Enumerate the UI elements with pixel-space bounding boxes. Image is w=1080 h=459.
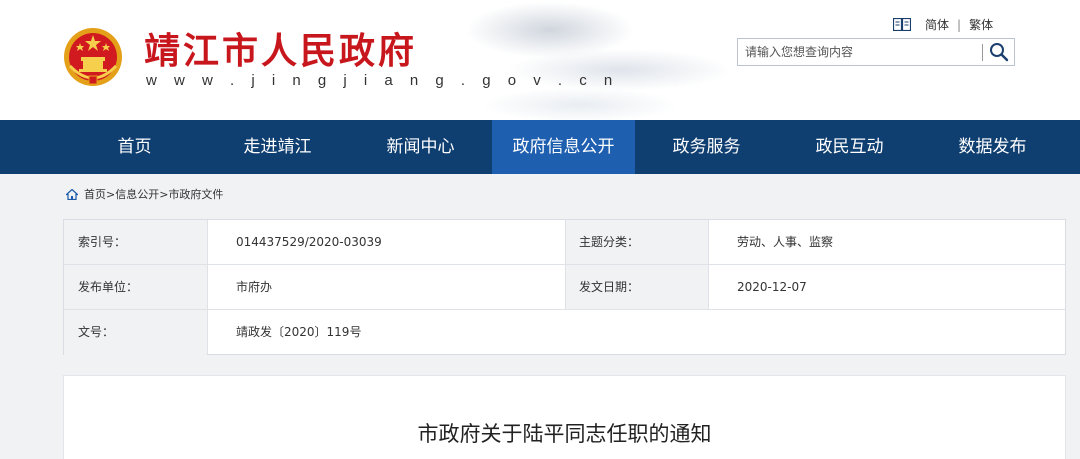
language-switcher: 简体 | 繁体 — [893, 16, 993, 33]
lang-separator: | — [957, 17, 962, 32]
search-input[interactable] — [738, 39, 978, 65]
home-icon — [66, 188, 78, 200]
topic-label: 主题分类： — [565, 220, 708, 265]
docno-value: 靖政发〔2020〕119号 — [236, 325, 362, 339]
breadcrumb-info-open[interactable]: 信息公开 — [115, 186, 159, 202]
lang-simplified-link[interactable]: 简体 — [925, 16, 949, 33]
nav-item-gov-info[interactable]: 政府信息公开 — [492, 120, 635, 174]
breadcrumb: 首页 > 信息公开 > 市政府文件 — [66, 186, 223, 202]
header-landscape-background — [440, 0, 760, 120]
breadcrumb-gov-documents[interactable]: 市政府文件 — [168, 186, 223, 202]
document-title: 市政府关于陆平同志任职的通知 — [417, 422, 712, 446]
nav-item-home[interactable]: 首页 — [63, 120, 206, 174]
date-label: 发文日期： — [565, 265, 708, 310]
date-value: 2020-12-07 — [737, 280, 807, 294]
column-divider — [207, 220, 208, 354]
search-box — [737, 38, 1015, 66]
column-divider — [565, 220, 566, 309]
column-divider — [708, 220, 709, 309]
nav-item-about-jingjiang[interactable]: 走进靖江 — [206, 120, 349, 174]
nav-item-news-center[interactable]: 新闻中心 — [349, 120, 492, 174]
lang-traditional-link[interactable]: 繁体 — [969, 16, 993, 33]
nav-item-data-release[interactable]: 数据发布 — [921, 120, 1064, 174]
docno-label: 文号： — [64, 310, 207, 355]
site-url: w w w . j i n g j i a n g . g o v . c n — [146, 72, 619, 89]
site-header: 靖江市人民政府 w w w . j i n g j i a n g . g o … — [0, 0, 1080, 120]
national-emblem-icon — [64, 28, 122, 86]
index-label: 索引号： — [64, 220, 207, 265]
site-title: 靖江市人民政府 — [144, 30, 418, 72]
document-meta-table: 索引号： 014437529/2020-03039 主题分类： 劳动、人事、监察… — [63, 219, 1066, 355]
search-icon[interactable] — [988, 42, 1010, 62]
search-divider — [982, 44, 983, 61]
nav-item-gov-services[interactable]: 政务服务 — [635, 120, 778, 174]
book-icon — [893, 18, 911, 31]
publisher-value: 市府办 — [236, 280, 273, 294]
publisher-label: 发布单位： — [64, 265, 207, 310]
breadcrumb-separator: > — [106, 187, 116, 201]
index-value: 014437529/2020-03039 — [236, 235, 382, 249]
breadcrumb-separator: > — [159, 187, 169, 201]
document-content: 市政府关于陆平同志任职的通知 — [63, 375, 1066, 459]
main-nav: 首页 走进靖江 新闻中心 政府信息公开 政务服务 政民互动 数据发布 — [0, 120, 1080, 174]
breadcrumb-home[interactable]: 首页 — [84, 186, 106, 202]
topic-value: 劳动、人事、监察 — [737, 235, 834, 249]
nav-item-interaction[interactable]: 政民互动 — [778, 120, 921, 174]
row-divider — [64, 309, 1065, 310]
